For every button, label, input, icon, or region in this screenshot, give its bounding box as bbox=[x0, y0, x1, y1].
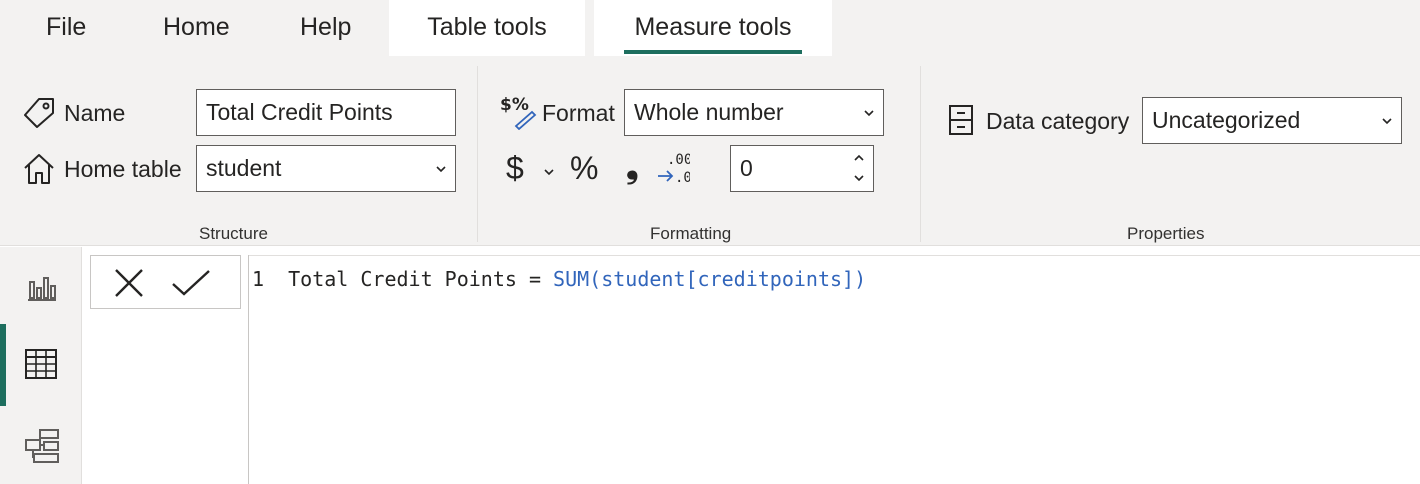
chevron-down-icon bbox=[1382, 118, 1392, 125]
comma-button[interactable]: ❟ bbox=[626, 150, 639, 182]
percent-icon: % bbox=[570, 150, 599, 186]
name-label: Name bbox=[64, 100, 126, 126]
formula-function: SUM bbox=[553, 267, 590, 291]
chevron-down-icon[interactable] bbox=[543, 166, 555, 178]
currency-button[interactable]: $ bbox=[506, 152, 524, 184]
svg-text:$%: $% bbox=[500, 95, 529, 115]
format-label: Format bbox=[542, 100, 615, 126]
decimal-icon[interactable]: .00 .0 bbox=[656, 150, 690, 186]
editor-left-border bbox=[248, 255, 249, 484]
group-label-properties: Properties bbox=[1127, 224, 1205, 243]
home-icon bbox=[24, 154, 54, 184]
data-category-icon bbox=[949, 105, 973, 135]
menu-home[interactable]: Home bbox=[163, 0, 230, 56]
cancel-icon[interactable] bbox=[113, 268, 145, 298]
currency-format-icon: $% bbox=[500, 95, 537, 130]
svg-text:.00: .00 bbox=[667, 152, 690, 168]
stepper-down-icon[interactable] bbox=[853, 173, 865, 183]
menu-bar: File Home Help Table tools Measure tools bbox=[0, 0, 1420, 56]
menu-table-tools[interactable]: Table tools bbox=[389, 0, 585, 56]
formula-prefix: Total Credit Points = bbox=[288, 267, 554, 291]
commit-icon[interactable] bbox=[171, 268, 211, 298]
decimal-places-value: 0 bbox=[740, 155, 753, 181]
chevron-down-icon bbox=[436, 166, 446, 173]
svg-text:.0: .0 bbox=[675, 170, 690, 186]
formula-argument: (student[creditpoints]) bbox=[589, 267, 867, 291]
editor-top-border bbox=[248, 255, 1420, 256]
formula-action-buttons bbox=[90, 255, 241, 309]
data-category-label: Data category bbox=[986, 108, 1130, 134]
format-select[interactable]: Whole number bbox=[624, 89, 884, 136]
active-view-indicator bbox=[0, 324, 6, 406]
group-divider bbox=[477, 66, 478, 242]
name-input[interactable]: Total Credit Points bbox=[196, 89, 456, 136]
group-label-formatting: Formatting bbox=[650, 224, 732, 243]
data-category-value: Uncategorized bbox=[1152, 107, 1301, 133]
menu-measure-tools[interactable]: Measure tools bbox=[594, 0, 832, 56]
menu-file[interactable]: File bbox=[46, 0, 86, 56]
active-tab-underline bbox=[624, 50, 802, 54]
home-table-value: student bbox=[206, 155, 282, 181]
line-number: 1 bbox=[252, 267, 265, 291]
menu-measure-tools-label: Measure tools bbox=[634, 13, 792, 41]
dollar-icon: $ bbox=[506, 150, 524, 186]
data-category-select[interactable]: Uncategorized bbox=[1142, 97, 1402, 144]
model-view-icon[interactable] bbox=[24, 428, 60, 464]
report-view-icon[interactable] bbox=[26, 272, 58, 302]
group-label-structure: Structure bbox=[199, 224, 268, 243]
home-table-select[interactable]: student bbox=[196, 145, 456, 192]
format-value: Whole number bbox=[634, 99, 784, 125]
comma-icon: ❟ bbox=[626, 148, 639, 184]
decimal-places-stepper[interactable]: 0 bbox=[730, 145, 874, 192]
stepper-up-icon[interactable] bbox=[853, 153, 865, 163]
table-view-icon[interactable] bbox=[24, 348, 58, 380]
formula-editor[interactable]: 1 Total Credit Points = SUM(student[cred… bbox=[252, 265, 866, 293]
home-table-label: Home table bbox=[64, 156, 182, 182]
chevron-down-icon bbox=[864, 110, 874, 117]
tag-icon bbox=[24, 98, 54, 128]
group-divider bbox=[920, 66, 921, 242]
menu-help[interactable]: Help bbox=[300, 0, 351, 56]
percent-button[interactable]: % bbox=[570, 152, 598, 184]
